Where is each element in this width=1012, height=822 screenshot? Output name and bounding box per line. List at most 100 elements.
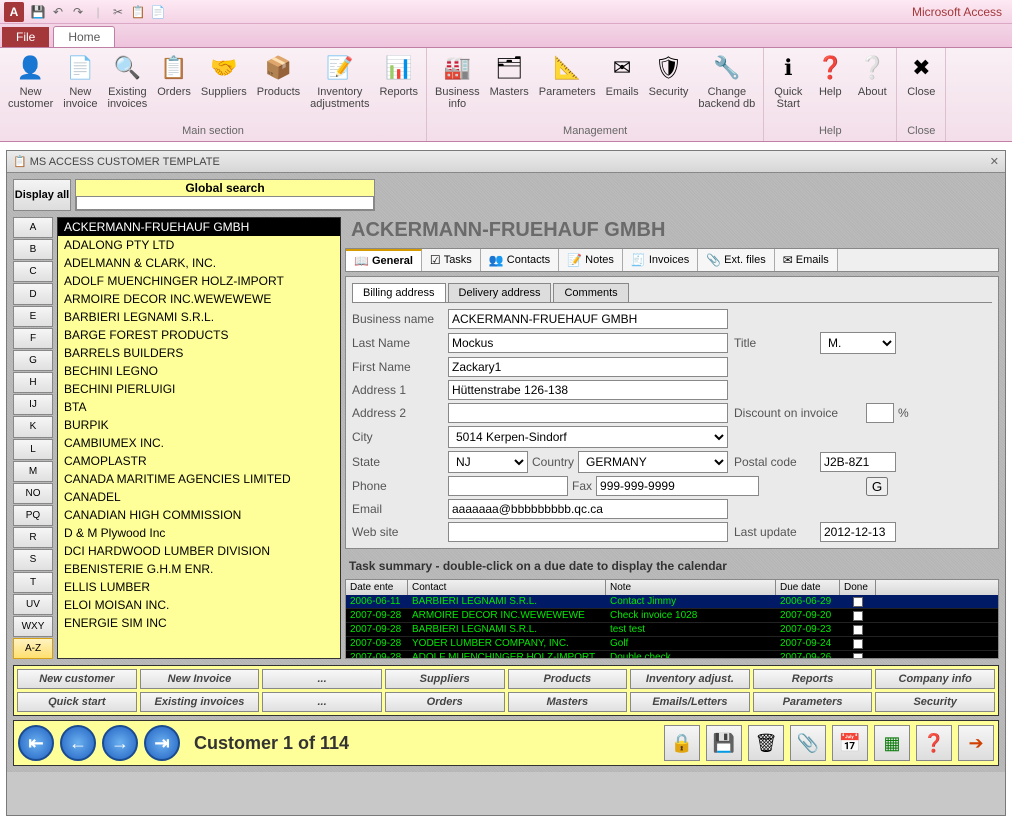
list-item[interactable]: BARRELS BUILDERS	[58, 344, 340, 362]
ribbon-about[interactable]: ❔About	[852, 50, 892, 125]
task-table[interactable]: Date ente Contact Note Due date Done 200…	[345, 579, 999, 659]
alpha-D[interactable]: D	[13, 283, 53, 304]
table-row[interactable]: 2007-09-28ARMOIRE DECOR INC.WEWEWEWEChec…	[346, 609, 998, 623]
phone-input[interactable]	[448, 476, 568, 496]
list-item[interactable]: ELLIS LUMBER	[58, 578, 340, 596]
tab-general[interactable]: 📖General	[346, 249, 422, 271]
ribbon-change-backend-db[interactable]: 🔧Changebackend db	[694, 50, 759, 125]
ribbon-products[interactable]: 📦Products	[253, 50, 304, 125]
list-item[interactable]: CAMBIUMEX INC.	[58, 434, 340, 452]
ribbon-help[interactable]: ❓Help	[810, 50, 850, 125]
list-item[interactable]: CANADIAN HIGH COMMISSION	[58, 506, 340, 524]
list-item[interactable]: BECHINI LEGNO	[58, 362, 340, 380]
alpha-NO[interactable]: NO	[13, 483, 53, 504]
alpha-A[interactable]: A	[13, 217, 53, 238]
postal-input[interactable]	[820, 452, 896, 472]
alpha-WXY[interactable]: WXY	[13, 616, 53, 637]
alpha-H[interactable]: H	[13, 372, 53, 393]
tab-notes[interactable]: 📝Notes	[559, 249, 623, 271]
list-item[interactable]: D & M Plywood Inc	[58, 524, 340, 542]
country-select[interactable]: GERMANY	[578, 451, 728, 473]
btn-new-invoice[interactable]: New Invoice	[140, 669, 260, 689]
list-item[interactable]: BARGE FOREST PRODUCTS	[58, 326, 340, 344]
alpha-S[interactable]: S	[13, 549, 53, 570]
ribbon-inventory-adjustments[interactable]: 📝Inventoryadjustments	[306, 50, 373, 125]
list-item[interactable]: BTA	[58, 398, 340, 416]
first-name-input[interactable]	[448, 357, 728, 377]
home-tab[interactable]: Home	[53, 26, 115, 47]
ribbon-parameters[interactable]: 📐Parameters	[535, 50, 600, 125]
list-item[interactable]: BECHINI PIERLUIGI	[58, 380, 340, 398]
tab-tasks[interactable]: ☑Tasks	[422, 249, 481, 271]
last-name-input[interactable]	[448, 333, 728, 353]
nav-first-button[interactable]: ⇤	[18, 725, 54, 761]
list-item[interactable]: ADALONG PTY LTD	[58, 236, 340, 254]
subtab-delivery-address[interactable]: Delivery address	[448, 283, 552, 302]
btn-orders[interactable]: Orders	[385, 692, 505, 712]
subtab-billing-address[interactable]: Billing address	[352, 283, 446, 302]
alpha-K[interactable]: K	[13, 416, 53, 437]
alpha-G[interactable]: G	[13, 350, 53, 371]
ribbon-new-invoice[interactable]: 📄Newinvoice	[59, 50, 101, 125]
tab-contacts[interactable]: 👥Contacts	[481, 249, 559, 271]
ribbon-reports[interactable]: 📊Reports	[375, 50, 422, 125]
delete-icon[interactable]: 🗑	[748, 725, 784, 761]
list-item[interactable]: BARBIERI LEGNAMI S.R.L.	[58, 308, 340, 326]
display-all-button[interactable]: Display all	[13, 179, 71, 211]
ribbon-business-info[interactable]: 🏭Businessinfo	[431, 50, 484, 125]
table-row[interactable]: 2006-06-11BARBIERI LEGNAMI S.R.L.Contact…	[346, 595, 998, 609]
alpha-UV[interactable]: UV	[13, 594, 53, 615]
list-item[interactable]: ENERGIE SIM INC	[58, 614, 340, 632]
list-item[interactable]: ARMOIRE DECOR INC.WEWEWEWE	[58, 290, 340, 308]
lock-icon[interactable]: 🔒	[664, 725, 700, 761]
help-icon[interactable]: ❓	[916, 725, 952, 761]
list-item[interactable]: ADOLF MUENCHINGER HOLZ-IMPORT	[58, 272, 340, 290]
global-search-input[interactable]	[76, 196, 374, 210]
btn-security[interactable]: Security	[875, 692, 995, 712]
ribbon-orders[interactable]: 📋Orders	[153, 50, 195, 125]
alpha-T[interactable]: T	[13, 572, 53, 593]
list-item[interactable]: DCI HARDWOOD LUMBER DIVISION	[58, 542, 340, 560]
tab-ext--files[interactable]: 📎Ext. files	[698, 249, 775, 271]
business-name-input[interactable]	[448, 309, 728, 329]
ribbon-masters[interactable]: 🗂Masters	[486, 50, 533, 125]
save-icon[interactable]: 💾	[706, 725, 742, 761]
btn-parameters[interactable]: Parameters	[753, 692, 873, 712]
nav-prev-button[interactable]: ←	[60, 725, 96, 761]
btn-masters[interactable]: Masters	[508, 692, 628, 712]
redo-icon[interactable]: ↷	[70, 4, 86, 20]
list-item[interactable]: ADELMANN & CLARK, INC.	[58, 254, 340, 272]
list-item[interactable]: ACKERMANN-FRUEHAUF GMBH	[58, 218, 340, 236]
address1-input[interactable]	[448, 380, 728, 400]
btn-emails/letters[interactable]: Emails/Letters	[630, 692, 750, 712]
save-icon[interactable]: 💾	[30, 4, 46, 20]
excel-icon[interactable]: ▦	[874, 725, 910, 761]
fax-input[interactable]	[596, 476, 759, 496]
list-item[interactable]: CANADEL	[58, 488, 340, 506]
nav-next-button[interactable]: →	[102, 725, 138, 761]
alpha-F[interactable]: F	[13, 328, 53, 349]
ribbon-suppliers[interactable]: 🤝Suppliers	[197, 50, 251, 125]
last-update-input[interactable]	[820, 522, 896, 542]
ribbon-new-customer[interactable]: 👤Newcustomer	[4, 50, 57, 125]
alpha-R[interactable]: R	[13, 527, 53, 548]
file-tab[interactable]: File	[2, 27, 49, 47]
calendar-icon[interactable]: 📅	[832, 725, 868, 761]
copy-icon[interactable]: 📋	[130, 4, 146, 20]
btn-suppliers[interactable]: Suppliers	[385, 669, 505, 689]
alpha-PQ[interactable]: PQ	[13, 505, 53, 526]
tab-emails[interactable]: ✉Emails	[775, 249, 838, 271]
alpha-IJ[interactable]: IJ	[13, 394, 53, 415]
alpha-L[interactable]: L	[13, 439, 53, 460]
alpha-B[interactable]: B	[13, 239, 53, 260]
ribbon-emails[interactable]: ✉Emails	[602, 50, 643, 125]
attachment-icon[interactable]: 📎	[790, 725, 826, 761]
list-item[interactable]: BURPIK	[58, 416, 340, 434]
btn-products[interactable]: Products	[508, 669, 628, 689]
alpha-E[interactable]: E	[13, 306, 53, 327]
city-select[interactable]: 5014 Kerpen-Sindorf	[448, 426, 728, 448]
paste-icon[interactable]: 📄	[150, 4, 166, 20]
btn-inventory-adjust-[interactable]: Inventory adjust.	[630, 669, 750, 689]
discount-input[interactable]	[866, 403, 894, 423]
address2-input[interactable]	[448, 403, 728, 423]
